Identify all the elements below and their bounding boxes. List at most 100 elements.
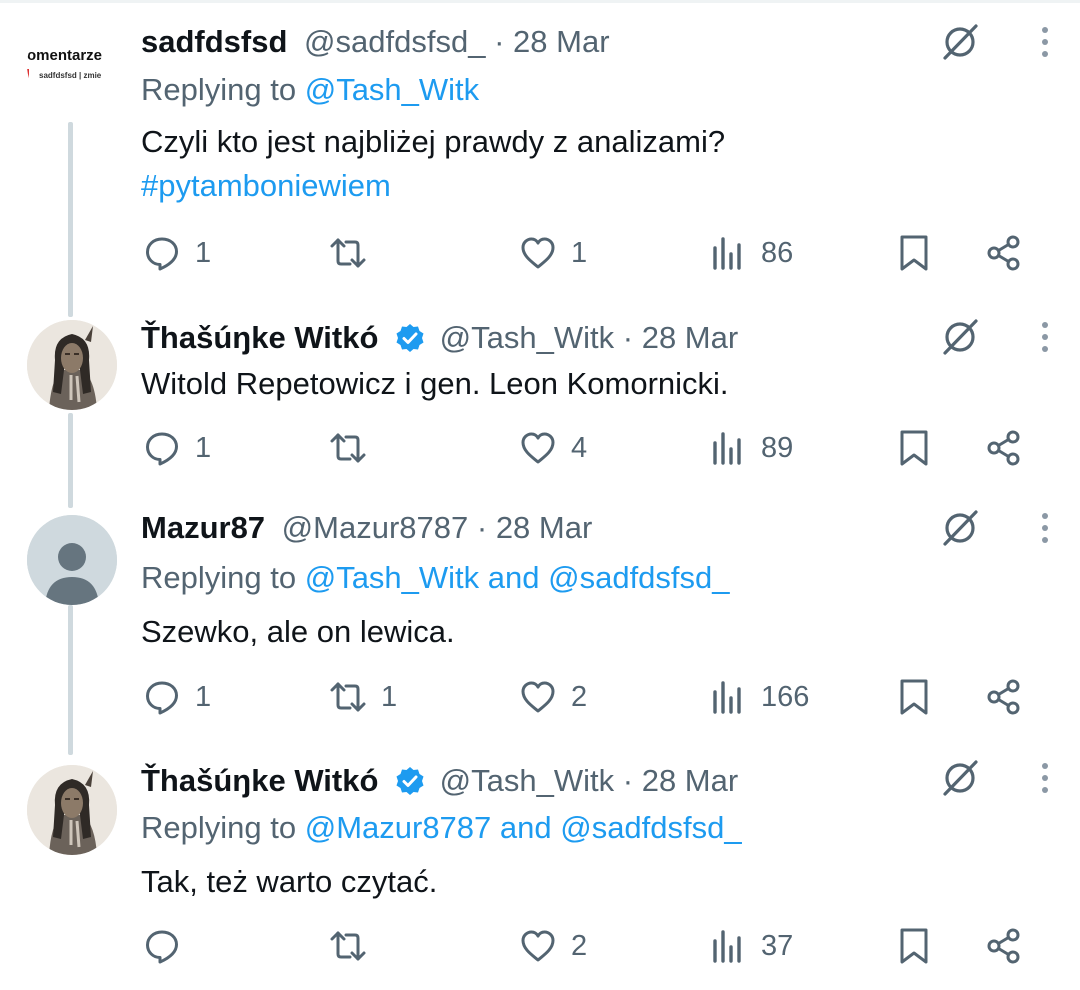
tweet[interactable]: Ťhašúŋke Witkó @Tash_Witk · 28 Mar Witol… (0, 300, 1080, 490)
retweet-count: 1 (381, 680, 398, 713)
reply-count: 1 (195, 680, 212, 713)
replying-to-link[interactable]: @Mazur8787 and @sadfdsfsd_ (305, 810, 742, 845)
tweet-text: Witold Repetowicz i gen. Leon Komornicki… (141, 362, 729, 406)
bookmark-icon (900, 679, 928, 715)
default-avatar-image (27, 515, 117, 605)
tweet-date[interactable]: 28 Mar (642, 763, 738, 798)
tweet-date[interactable]: 28 Mar (513, 24, 609, 59)
retweet-button[interactable]: 1 (329, 675, 397, 719)
tweet-text: Czyli kto jest najbliżej prawdy z analiz… (141, 120, 725, 208)
tweet-top-icons (940, 22, 1050, 62)
like-count: 1 (571, 236, 588, 269)
bookmark-button[interactable] (895, 924, 933, 968)
share-button[interactable] (985, 675, 1023, 719)
grok-icon[interactable] (940, 317, 980, 357)
retweet-button[interactable] (329, 231, 381, 275)
tweet[interactable]: Mazur87 @Mazur8787 · 28 Mar Replying to … (0, 490, 1080, 740)
retweet-icon (330, 682, 366, 712)
views-count: 86 (761, 236, 794, 269)
tweet-header: sadfdsfsd @sadfdsfsd_ · 28 Mar (141, 24, 610, 60)
tweet-date[interactable]: 28 Mar (496, 510, 592, 545)
user-handle[interactable]: @Tash_Witk (440, 320, 614, 355)
grok-icon[interactable] (940, 22, 980, 62)
views-icon (713, 432, 741, 465)
reply-button[interactable]: 1 (143, 426, 211, 470)
verified-icon (396, 324, 424, 352)
reply-button[interactable]: 1 (143, 231, 211, 275)
verified-icon (396, 767, 424, 795)
reply-button[interactable]: 1 (143, 675, 211, 719)
reply-icon (146, 432, 178, 466)
tweet-text: Szewko, ale on lewica. (141, 610, 455, 654)
like-button[interactable]: 4 (519, 426, 587, 470)
portrait-avatar-image (27, 320, 117, 410)
bookmark-button[interactable] (895, 231, 933, 275)
share-button[interactable] (985, 426, 1023, 470)
reply-icon (146, 237, 178, 271)
views-button[interactable]: 37 (709, 924, 793, 968)
bookmark-button[interactable] (895, 426, 933, 470)
share-button[interactable] (985, 231, 1023, 275)
grok-icon[interactable] (940, 758, 980, 798)
bookmark-button[interactable] (895, 675, 933, 719)
retweet-button[interactable] (329, 426, 381, 470)
retweet-button[interactable] (329, 924, 381, 968)
tweet-text: Tak, też warto czytać. (141, 860, 437, 904)
share-button[interactable] (985, 924, 1023, 968)
more-icon[interactable] (1040, 319, 1050, 355)
share-icon (987, 679, 1020, 715)
avatar[interactable] (27, 320, 117, 410)
reply-count: 1 (195, 431, 212, 464)
views-button[interactable]: 166 (709, 675, 809, 719)
views-icon (713, 237, 741, 270)
more-icon[interactable] (1040, 760, 1050, 796)
tweet[interactable]: Ťhašúŋke Witkó @Tash_Witk · 28 Mar Reply… (0, 740, 1080, 990)
display-name[interactable]: Mazur87 (141, 510, 265, 545)
views-count: 89 (761, 431, 794, 464)
tweet-text-line: Czyli kto jest najbliżej prawdy z analiz… (141, 124, 726, 159)
tweet-text-line: Witold Repetowicz i gen. Leon Komornicki… (141, 366, 729, 401)
separator-dot: · (494, 24, 505, 59)
replying-to-label: Replying to (141, 72, 297, 107)
views-button[interactable]: 89 (709, 426, 793, 470)
tweet[interactable]: omentarze sadfdsfsd | zmie sadfdsfsd @sa… (0, 0, 1080, 300)
user-handle[interactable]: @sadfdsfsd_ (304, 24, 485, 59)
bookmark-icon (900, 928, 928, 964)
user-handle[interactable]: @Tash_Witk (440, 763, 614, 798)
display-name[interactable]: Ťhašúŋke Witkó (141, 320, 378, 355)
display-name[interactable]: sadfdsfsd (141, 24, 287, 59)
like-icon (521, 237, 555, 269)
tweet-top-icons (940, 508, 1050, 548)
action-bar: 1 1 86 (141, 231, 1041, 275)
views-icon (713, 681, 741, 714)
grok-icon[interactable] (940, 508, 980, 548)
separator-dot: · (622, 320, 634, 355)
views-button[interactable]: 86 (709, 231, 793, 275)
replying-to: Replying to @Tash_Witk (141, 72, 479, 108)
replying-to-link[interactable]: @Tash_Witk and @sadfdsfsd_ (305, 560, 730, 595)
retweet-icon (330, 238, 366, 268)
bookmark-icon (900, 235, 928, 271)
tweet-text-line: Tak, też warto czytać. (141, 864, 438, 899)
more-icon[interactable] (1040, 24, 1050, 60)
views-count: 166 (761, 680, 810, 713)
hashtag-link[interactable]: #pytamboniewiem (141, 164, 725, 208)
like-count: 2 (571, 929, 588, 962)
like-button[interactable]: 1 (519, 231, 587, 275)
tweet-date[interactable]: 28 Mar (642, 320, 738, 355)
like-button[interactable]: 2 (519, 924, 587, 968)
like-icon (521, 681, 555, 713)
avatar[interactable] (27, 765, 117, 855)
reply-button[interactable] (143, 924, 195, 968)
display-name[interactable]: Ťhašúŋke Witkó (141, 763, 378, 798)
avatar[interactable]: omentarze sadfdsfsd | zmie (27, 20, 117, 110)
like-button[interactable]: 2 (519, 675, 587, 719)
replying-to: Replying to @Mazur8787 and @sadfdsfsd_ (141, 810, 742, 846)
user-handle[interactable]: @Mazur8787 (282, 510, 469, 545)
svg-text:omentarze: omentarze (27, 47, 102, 64)
retweet-icon (330, 931, 366, 961)
more-icon[interactable] (1040, 510, 1050, 546)
share-icon (987, 430, 1020, 466)
avatar[interactable] (27, 515, 117, 605)
replying-to-link[interactable]: @Tash_Witk (305, 72, 479, 107)
